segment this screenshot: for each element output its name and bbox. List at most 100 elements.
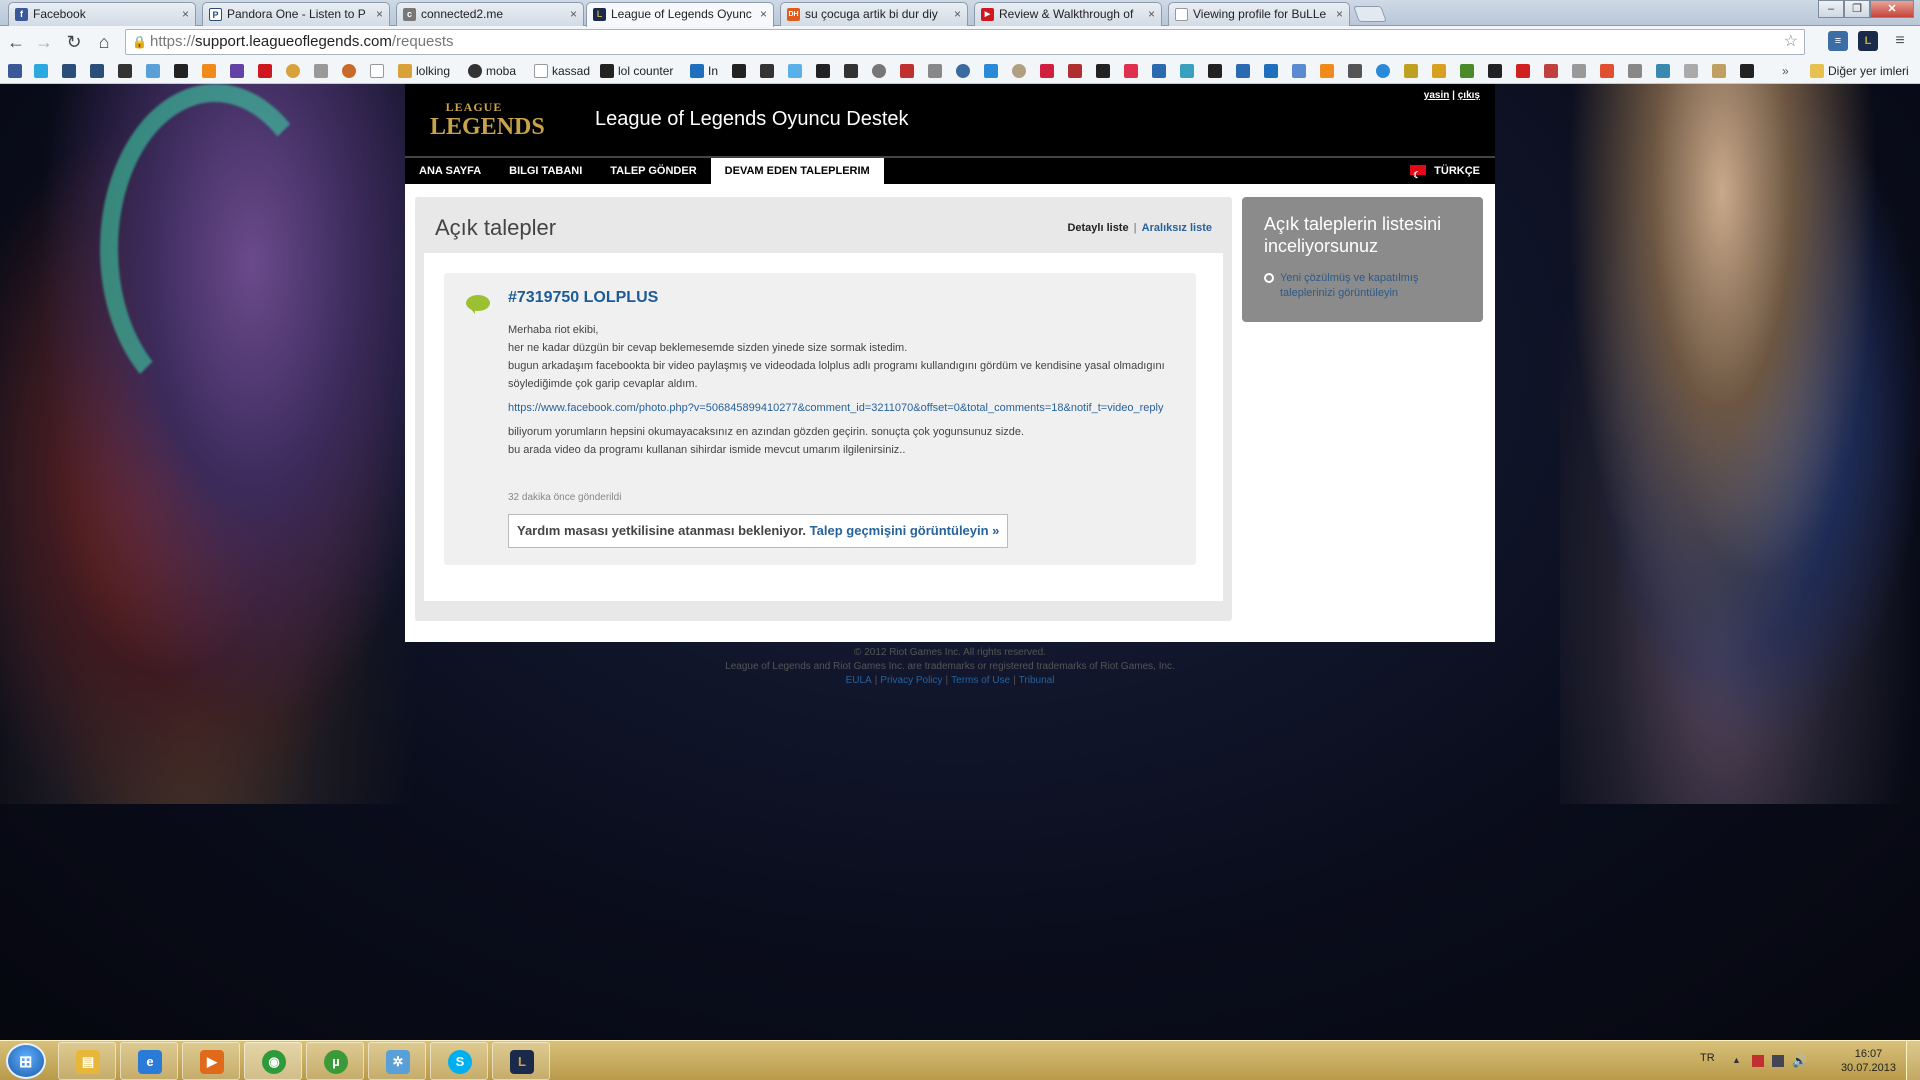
other-bookmarks-folder[interactable]: Diğer yer imleri <box>1810 63 1909 79</box>
tab-youtube[interactable]: ▶ Review & Walkthrough of × <box>974 2 1162 26</box>
taskbar-league-client[interactable]: L <box>492 1042 550 1080</box>
reload-button[interactable]: ↻ <box>62 30 86 54</box>
close-tab-icon[interactable]: × <box>954 3 961 25</box>
nav-submit-request[interactable]: TALEP GÖNDER <box>596 158 710 184</box>
bookmark-icon[interactable] <box>788 63 806 79</box>
solved-requests-link[interactable]: Yeni çözülmüş ve kapatılmış talepleriniz… <box>1264 271 1474 301</box>
bookmark-star-icon[interactable]: ☆ <box>1784 30 1798 54</box>
pandora-bookmark-icon[interactable] <box>62 63 80 79</box>
bookmark-icon[interactable] <box>1152 63 1170 79</box>
start-button[interactable]: ⊞ <box>6 1043 46 1079</box>
bookmark-icon[interactable] <box>1040 63 1058 79</box>
taskbar-network[interactable]: ✲ <box>368 1042 426 1080</box>
bookmark-icon[interactable] <box>1292 63 1310 79</box>
input-language[interactable]: TR <box>1700 1052 1715 1064</box>
privacy-policy-link[interactable]: Privacy Policy <box>880 675 942 686</box>
bookmark-icon[interactable] <box>928 63 946 79</box>
bookmark-icon[interactable] <box>1684 63 1702 79</box>
bookmark-icon[interactable] <box>1096 63 1114 79</box>
bookmark-icon[interactable] <box>286 63 304 79</box>
facebook-video-link[interactable]: https://www.facebook.com/photo.php?v=506… <box>508 399 1168 417</box>
bookmark-icon[interactable] <box>1320 63 1338 79</box>
bookmark-icon[interactable] <box>900 63 918 79</box>
tribunal-link[interactable]: Tribunal <box>1019 675 1055 686</box>
bookmark-icon[interactable] <box>1712 63 1730 79</box>
language-selector[interactable]: TÜRKÇE <box>1410 158 1480 188</box>
league-of-legends-logo[interactable]: LEAGUE LEGENDS <box>430 96 545 144</box>
clock[interactable]: 16:07 30.07.2013 <box>1841 1047 1896 1075</box>
bookmark-icon[interactable] <box>1544 63 1562 79</box>
ticket-title-link[interactable]: #7319750 LOLPLUS <box>508 289 658 307</box>
bookmark-kassad[interactable]: kassad <box>534 63 590 79</box>
bookmark-icon[interactable] <box>1180 63 1198 79</box>
bookmark-icon[interactable] <box>1628 63 1646 79</box>
tab-eksi[interactable]: DH su çocuga artik bi dur diy × <box>780 2 968 26</box>
bookmark-icon[interactable] <box>342 63 360 79</box>
more-bookmarks-chevron-icon[interactable]: » <box>1782 63 1789 79</box>
bookmark-icon[interactable] <box>872 63 890 79</box>
bookmark-icon[interactable] <box>816 63 834 79</box>
compact-list-link[interactable]: Aralıksız liste <box>1142 222 1212 234</box>
bookmark-lolking[interactable]: lolking <box>398 63 450 79</box>
bookmark-icon[interactable] <box>202 63 220 79</box>
minimize-button[interactable]: ‒ <box>1818 0 1844 18</box>
bookmark-icon[interactable] <box>1068 63 1086 79</box>
address-bar[interactable]: 🔒 https://support.leagueoflegends.com/req… <box>125 29 1805 55</box>
bookmark-icon[interactable] <box>844 63 862 79</box>
taskbar-media-player[interactable]: ▶ <box>182 1042 240 1080</box>
close-window-button[interactable]: ✕ <box>1870 0 1914 18</box>
bookmark-icon[interactable] <box>956 63 974 79</box>
chrome-menu-icon[interactable]: ≡ <box>1890 31 1910 51</box>
tab-facebook[interactable]: f Facebook × <box>8 2 196 26</box>
bookmark-icon[interactable] <box>1740 63 1758 79</box>
bookmark-icon[interactable] <box>1432 63 1450 79</box>
twitter-bookmark-icon[interactable] <box>34 63 52 79</box>
nav-my-requests[interactable]: DEVAM EDEN TALEPLERIM <box>710 158 884 184</box>
user-profile-link[interactable]: yasin <box>1424 90 1450 101</box>
extension-icon[interactable]: ≡ <box>1828 31 1848 51</box>
skype-bookmark-icon[interactable] <box>90 63 108 79</box>
taskbar-utorrent[interactable]: µ <box>306 1042 364 1080</box>
twitch-bookmark-icon[interactable] <box>230 63 248 79</box>
bookmark-in[interactable]: In <box>690 63 718 79</box>
tab-league-of-legends[interactable]: L League of Legends Oyunc × <box>586 2 774 27</box>
close-tab-icon[interactable]: × <box>182 3 189 25</box>
bookmark-icon[interactable] <box>1208 63 1226 79</box>
bookmark-icon[interactable] <box>732 63 750 79</box>
bookmark-icon[interactable] <box>370 63 388 79</box>
bookmark-icon[interactable] <box>1656 63 1674 79</box>
nav-knowledge-base[interactable]: BILGI TABANI <box>495 158 596 184</box>
close-tab-icon[interactable]: × <box>570 3 577 25</box>
tab-pandora[interactable]: P Pandora One - Listen to P × <box>202 2 390 26</box>
bookmark-icon[interactable] <box>1012 63 1030 79</box>
bookmark-icon[interactable] <box>1348 63 1366 79</box>
taskbar-explorer[interactable]: ▤ <box>58 1042 116 1080</box>
tab-connected2me[interactable]: c connected2.me × <box>396 2 584 26</box>
taskbar-chrome[interactable]: ◉ <box>244 1042 302 1080</box>
bookmark-icon[interactable] <box>1124 63 1142 79</box>
terms-of-use-link[interactable]: Terms of Use <box>951 675 1010 686</box>
close-tab-icon[interactable]: × <box>1148 3 1155 25</box>
tab-profile[interactable]: Viewing profile for BuLLe × <box>1168 2 1350 26</box>
bookmark-icon[interactable] <box>760 63 778 79</box>
bookmark-moba[interactable]: moba <box>468 63 516 79</box>
bookmark-icon[interactable] <box>146 63 164 79</box>
bookmark-icon[interactable] <box>1460 63 1478 79</box>
bookmark-icon[interactable] <box>1376 63 1394 79</box>
network-tray-icon[interactable] <box>1772 1055 1784 1067</box>
bookmark-icon[interactable] <box>118 63 136 79</box>
bookmark-icon[interactable] <box>1572 63 1590 79</box>
bookmark-icon[interactable] <box>1600 63 1618 79</box>
detailed-list-link[interactable]: Detaylı liste <box>1067 222 1128 234</box>
logout-link[interactable]: çıkış <box>1458 90 1480 101</box>
new-tab-button[interactable] <box>1353 6 1387 22</box>
bookmark-icon[interactable] <box>1404 63 1422 79</box>
facebook-bookmark-icon[interactable] <box>8 63 26 79</box>
close-tab-icon[interactable]: × <box>376 3 383 25</box>
ticket-history-link[interactable]: Talep geçmişini görüntüleyin » <box>810 523 1000 538</box>
close-tab-icon[interactable]: × <box>1336 3 1343 25</box>
bookmark-icon[interactable] <box>1264 63 1282 79</box>
restore-button[interactable]: ❐ <box>1844 0 1870 18</box>
home-button[interactable]: ⌂ <box>92 30 116 54</box>
show-desktop-button[interactable] <box>1906 1041 1920 1080</box>
